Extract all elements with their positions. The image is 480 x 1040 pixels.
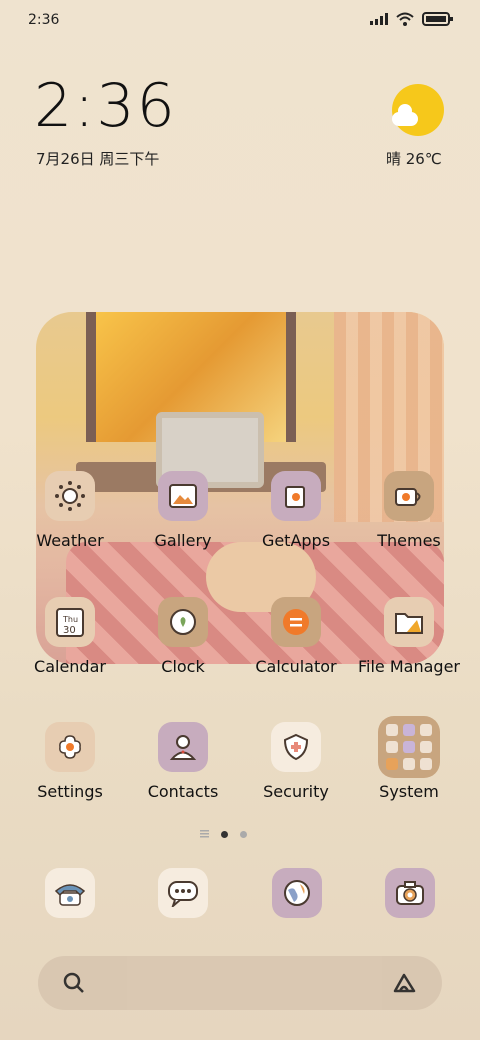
battery-icon: [422, 12, 453, 26]
app-list-icon[interactable]: [200, 830, 209, 839]
phone-icon[interactable]: [45, 868, 95, 918]
app-file-manager[interactable]: File Manager: [353, 597, 465, 676]
gallery-icon: [158, 471, 208, 521]
getapps-icon: [271, 471, 321, 521]
app-settings[interactable]: Settings: [14, 722, 126, 801]
clock-icon: [158, 597, 208, 647]
browser-icon[interactable]: [272, 868, 322, 918]
app-contacts[interactable]: Contacts: [127, 722, 239, 801]
app-weather[interactable]: Weather: [14, 471, 126, 550]
themes-icon: [384, 471, 434, 521]
clock-widget-date: 7月26日 周三下午: [36, 150, 160, 168]
search-icon[interactable]: [62, 971, 86, 995]
messages-icon[interactable]: [158, 868, 208, 918]
app-label: File Manager: [358, 657, 460, 676]
app-themes[interactable]: Themes: [353, 471, 465, 550]
app-label: Clock: [161, 657, 205, 676]
weather-app-icon: [45, 471, 95, 521]
contacts-icon: [158, 722, 208, 772]
app-label: Themes: [377, 531, 441, 550]
app-label: Calendar: [34, 657, 106, 676]
app-label: Settings: [37, 782, 103, 801]
app-getapps[interactable]: GetApps: [240, 471, 352, 550]
signal-icon: [370, 13, 388, 25]
folder-system[interactable]: System: [353, 716, 465, 801]
app-calculator[interactable]: Calculator: [240, 597, 352, 676]
weather-text: 晴 26℃: [386, 150, 442, 168]
calendar-icon: Thu 30: [45, 597, 95, 647]
app-label: Contacts: [147, 782, 219, 801]
calculator-icon: [271, 597, 321, 647]
assistant-icon[interactable]: [392, 971, 418, 995]
app-clock[interactable]: Clock: [127, 597, 239, 676]
app-calendar[interactable]: Thu 30 Calendar: [14, 597, 126, 676]
status-time: 2:36: [28, 12, 60, 28]
app-label: GetApps: [261, 531, 331, 550]
security-icon: [271, 722, 321, 772]
app-label: Gallery: [154, 531, 212, 550]
app-label: System: [379, 782, 439, 801]
settings-icon: [45, 722, 95, 772]
clock-widget-time[interactable]: 2:36: [34, 76, 177, 136]
app-security[interactable]: Security: [240, 722, 352, 801]
system-folder-icon: [378, 716, 440, 778]
app-label: Calculator: [255, 657, 337, 676]
calendar-date: 30: [63, 625, 76, 636]
wifi-icon: [396, 12, 414, 26]
folder-icon: [384, 597, 434, 647]
page-dot-active[interactable]: [221, 831, 228, 838]
app-label: Weather: [36, 531, 104, 550]
status-icons: [370, 12, 454, 26]
app-gallery[interactable]: Gallery: [127, 471, 239, 550]
app-label: Security: [263, 782, 329, 801]
search-bar[interactable]: [38, 956, 442, 1010]
calendar-day: Thu: [62, 615, 78, 624]
page-indicator[interactable]: [200, 830, 247, 839]
page-dot[interactable]: [240, 831, 247, 838]
camera-icon[interactable]: [385, 868, 435, 918]
cloud-icon: [392, 104, 418, 126]
